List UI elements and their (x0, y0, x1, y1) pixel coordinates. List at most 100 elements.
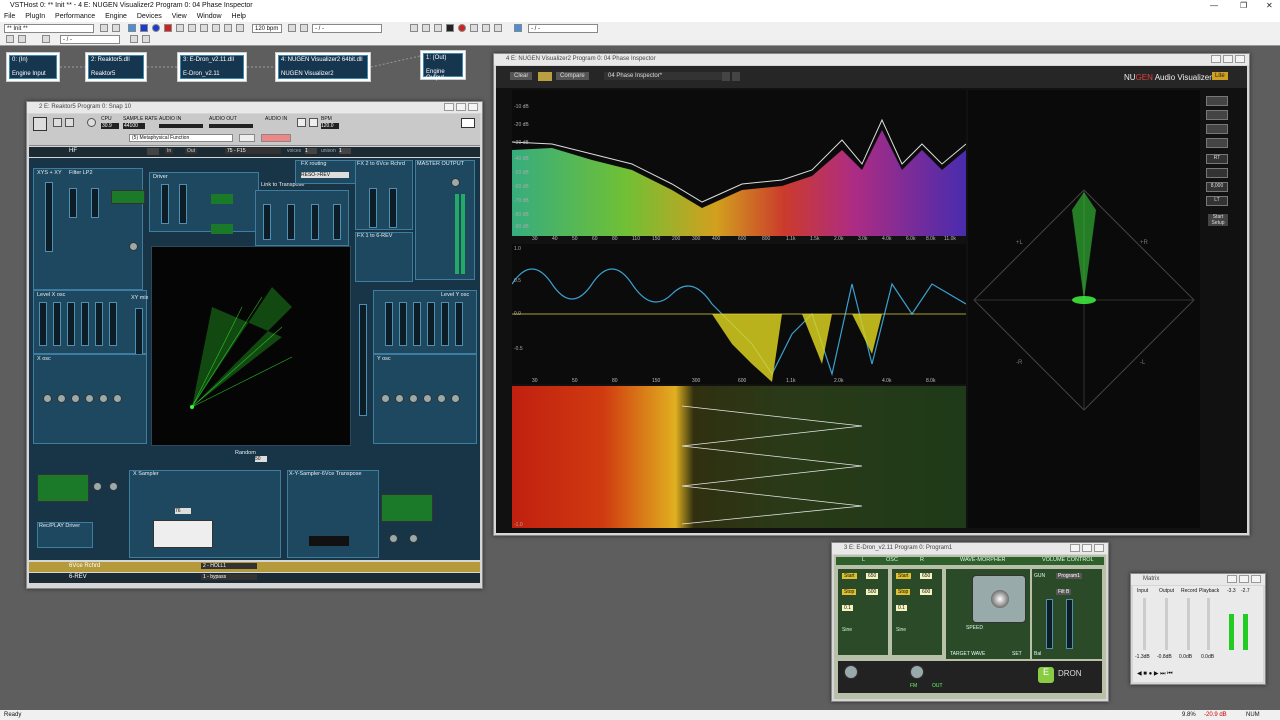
spin1-fader[interactable] (263, 204, 271, 240)
level-x-fader-5[interactable] (95, 302, 103, 346)
morph-xy-pad[interactable] (972, 575, 1026, 623)
menu-file[interactable]: File (0, 13, 19, 20)
output-fader[interactable] (1165, 598, 1168, 650)
back-icon[interactable] (422, 24, 430, 32)
program-select[interactable]: Program1 (1056, 573, 1082, 579)
save-icon[interactable] (65, 118, 74, 127)
disk-icon[interactable] (236, 24, 244, 32)
x-osc-knob-5[interactable] (99, 394, 108, 403)
plugin-icon[interactable] (128, 24, 136, 32)
tb2-icon-3[interactable] (42, 35, 50, 43)
save-icon[interactable] (112, 24, 120, 32)
transport-icons[interactable]: ◀ ■ ● ▶ ⏭ ⏮ (1137, 671, 1173, 677)
info-icon[interactable] (152, 24, 160, 32)
y-filter-knob-1[interactable] (389, 534, 398, 543)
rt-button[interactable]: RT (1206, 154, 1228, 164)
auto-save-button[interactable] (261, 134, 291, 142)
forward-icon[interactable] (300, 24, 308, 32)
osc-r-wave[interactable]: Sine (896, 627, 906, 633)
menu-view[interactable]: View (168, 13, 191, 20)
next-icon[interactable] (494, 24, 502, 32)
minimize-icon[interactable] (444, 103, 454, 111)
sample-value[interactable]: 76 (175, 508, 191, 514)
node-reaktor[interactable]: 2: Reaktor5.dll Reaktor5 (85, 52, 147, 82)
y-osc-knob-5[interactable] (437, 394, 446, 403)
y-osc-knob-6[interactable] (451, 394, 460, 403)
view-button-2[interactable] (1206, 110, 1228, 120)
preset-select[interactable]: ** Init ** (4, 24, 94, 33)
rewind-icon[interactable] (288, 24, 296, 32)
y-osc-knob-2[interactable] (395, 394, 404, 403)
bpm-value[interactable]: 120.0 (321, 123, 339, 129)
settings-icon[interactable] (188, 24, 196, 32)
random-value[interactable]: 50 (255, 456, 267, 462)
tb2-icon-2[interactable] (18, 35, 26, 43)
compare-button[interactable]: Compare (556, 72, 589, 80)
menu-engine[interactable]: Engine (101, 13, 131, 20)
in-select[interactable]: In (165, 148, 174, 154)
bpm-field[interactable]: 120 bpm (252, 24, 282, 33)
driver-fader-1[interactable] (161, 184, 169, 224)
open-icon[interactable] (100, 24, 108, 32)
level-y-fader-5[interactable] (441, 302, 449, 346)
record-fader[interactable] (1187, 598, 1190, 650)
level-y-fader-6[interactable] (455, 302, 463, 346)
sync-icon[interactable] (514, 24, 522, 32)
osc-l-wave[interactable]: Sine (842, 627, 852, 633)
y-osc-knob-1[interactable] (381, 394, 390, 403)
preset-select[interactable]: 75 - F15 (225, 148, 281, 154)
xys-fader[interactable] (45, 182, 53, 252)
save-preset-icon[interactable] (732, 72, 740, 81)
menu-performance[interactable]: Performance (51, 13, 99, 20)
next-preset-icon[interactable] (722, 72, 730, 81)
spin-fine-fader[interactable] (311, 204, 319, 240)
filter-select[interactable]: Filt B (1056, 589, 1072, 595)
x-osc-knob-1[interactable] (43, 394, 52, 403)
maximize-icon[interactable] (1239, 575, 1249, 583)
tb2-icon-5[interactable] (142, 35, 150, 43)
driver-fader-2[interactable] (179, 184, 187, 224)
stop-square-icon[interactable] (446, 24, 454, 32)
preset-select[interactable]: 04 Phase Inspector* (604, 72, 724, 80)
osc-l-val2[interactable]: 500 (866, 589, 879, 595)
view-button-3[interactable] (1206, 124, 1228, 134)
chip-icon[interactable] (224, 24, 232, 32)
x-filter-knob-1[interactable] (93, 482, 102, 491)
osc-r-gain[interactable]: 0.1 (896, 605, 907, 611)
minimize-icon[interactable] (1070, 544, 1080, 552)
diamond-button[interactable] (1206, 168, 1228, 178)
stop-icon[interactable] (297, 118, 306, 127)
add-icon[interactable] (140, 24, 148, 32)
x-osc-knob-3[interactable] (71, 394, 80, 403)
close-icon[interactable]: ✕ (1266, 0, 1273, 12)
close-icon[interactable] (1251, 575, 1261, 583)
fx-routing-select[interactable]: RESO->REV (301, 172, 349, 178)
y-osc-knob-3[interactable] (409, 394, 418, 403)
preset3-select[interactable]: 1 - bypass (201, 574, 257, 580)
prev-icon[interactable] (410, 24, 418, 32)
ab-toggle[interactable] (538, 72, 552, 81)
menu-help[interactable]: Help (228, 13, 250, 20)
fb-fader[interactable] (333, 204, 341, 240)
level-y-fader-3[interactable] (413, 302, 421, 346)
unison-value[interactable]: 1 (339, 148, 351, 154)
node-engine-output[interactable]: 1: (Out) Engine Output (420, 50, 466, 81)
lp-knob[interactable] (129, 242, 138, 251)
level-x-fader-4[interactable] (81, 302, 89, 346)
lt-button[interactable]: LT (1206, 196, 1228, 206)
osc-l-stop[interactable]: Stop (842, 589, 857, 595)
master-knob[interactable] (451, 178, 460, 187)
menu-devices[interactable]: Devices (133, 13, 166, 20)
level-y-fader-2[interactable] (399, 302, 407, 346)
x-osc-knob-6[interactable] (113, 394, 122, 403)
level-x-fader-3[interactable] (67, 302, 75, 346)
x-osc-knob-2[interactable] (57, 394, 66, 403)
level-x-fader-6[interactable] (109, 302, 117, 346)
out-select[interactable]: Out (185, 148, 198, 154)
node-engine-input[interactable]: 0: (In) Engine Input (6, 52, 60, 82)
close-icon[interactable] (468, 103, 478, 111)
menu-button[interactable] (239, 134, 255, 142)
midi-icon[interactable] (176, 24, 184, 32)
y-osc-knob-4[interactable] (423, 394, 432, 403)
play-icon[interactable] (309, 118, 318, 127)
